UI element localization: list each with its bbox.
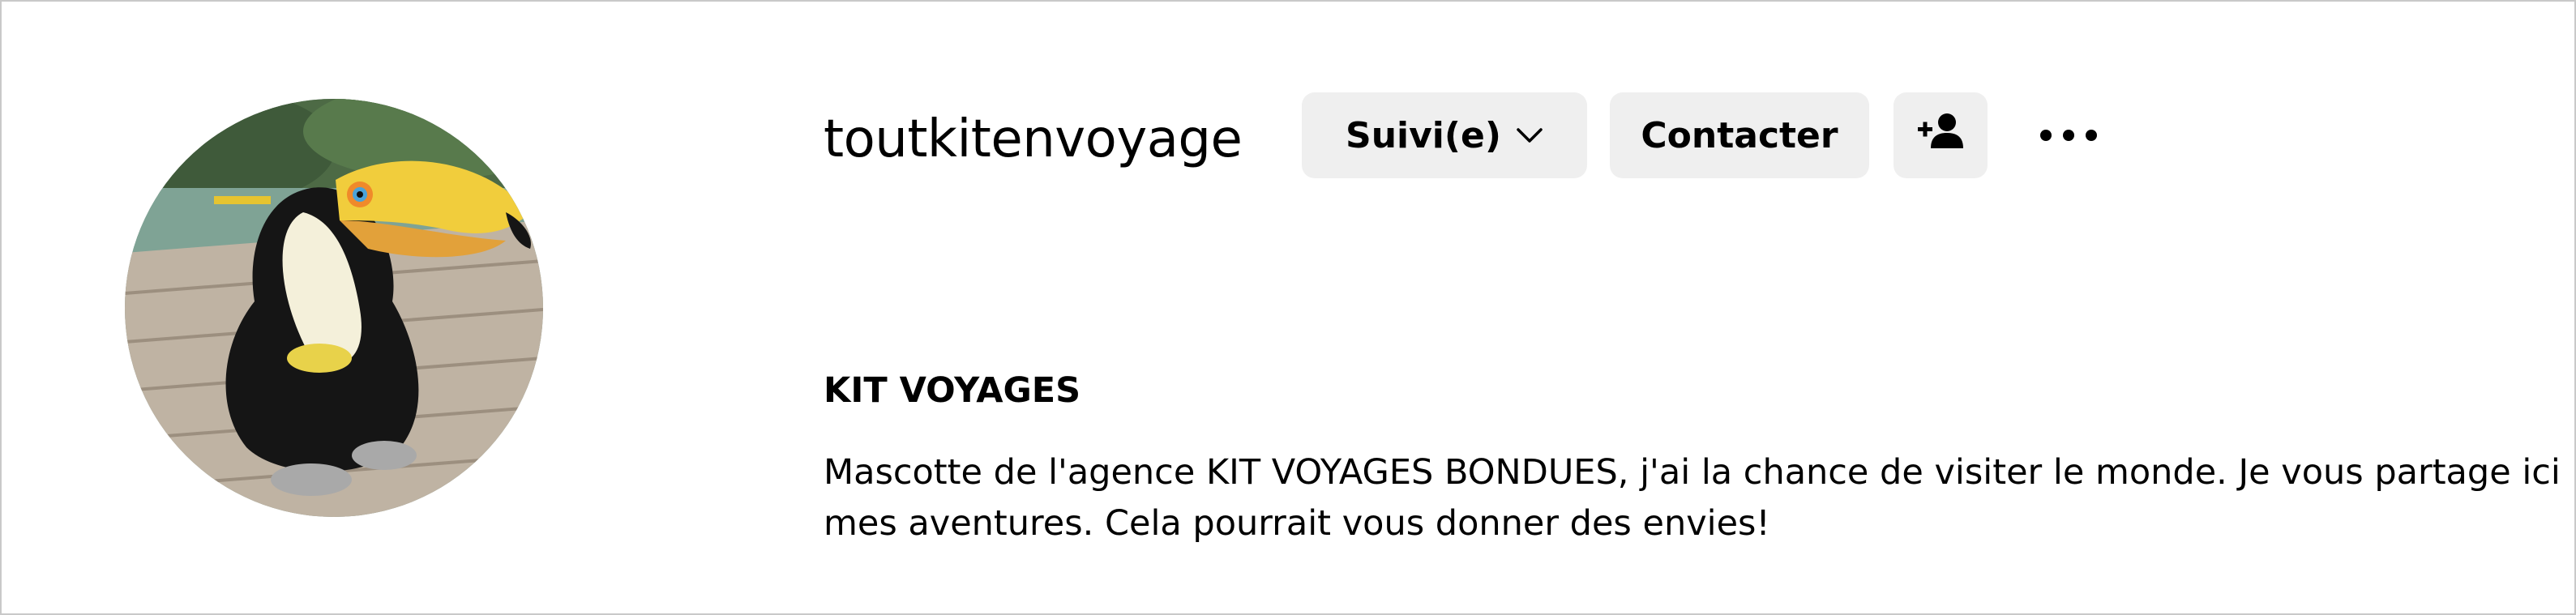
profile-full-name: KIT VOYAGES xyxy=(824,370,1081,411)
following-button[interactable]: Suivi(e) xyxy=(1302,92,1587,178)
contact-button[interactable]: Contacter xyxy=(1610,92,1869,178)
profile-avatar[interactable] xyxy=(125,99,543,517)
more-options-icon[interactable] xyxy=(2028,92,2109,178)
profile-username: toutkitenvoyage xyxy=(824,109,1243,169)
contact-label: Contacter xyxy=(1641,114,1838,156)
following-label: Suivi(e) xyxy=(1346,114,1501,156)
chevron-down-icon xyxy=(1516,126,1543,144)
add-person-icon xyxy=(1916,111,1965,160)
profile-header: toutkitenvoyage Suivi(e) Contacter KIT V… xyxy=(0,0,2576,615)
toucan-avatar-image xyxy=(125,99,543,517)
profile-bio: Mascotte de l'agence KIT VOYAGES BONDUES… xyxy=(824,452,2561,544)
suggest-people-button[interactable] xyxy=(1893,92,1988,178)
